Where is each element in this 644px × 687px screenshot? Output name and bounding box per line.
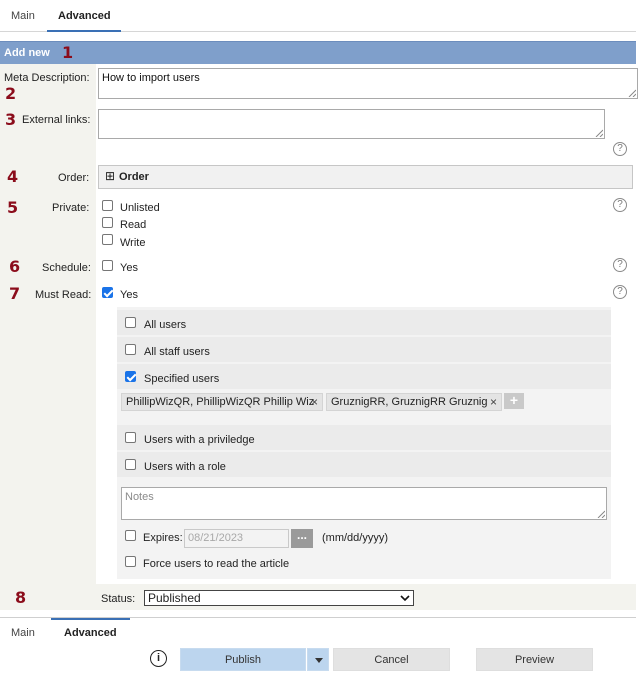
marker-3: 3 [5, 110, 17, 129]
external-links-label: External links: [22, 114, 91, 126]
resize-grip-icon[interactable] [628, 89, 636, 97]
user-chip-label: GruznigRR, GruznigRR Gruznig [331, 396, 488, 408]
all-staff-users-checkbox[interactable] [125, 344, 136, 355]
option-row [117, 310, 611, 335]
specified-users-label: Specified users [144, 373, 220, 385]
meta-description-label: Meta Description: [4, 72, 90, 84]
tab-main-bottom[interactable]: Main [11, 627, 35, 639]
help-icon[interactable]: ? [613, 142, 627, 156]
all-staff-users-label: All staff users [144, 346, 210, 358]
cancel-button[interactable]: Cancel [333, 648, 450, 671]
section-header: Add new [0, 41, 636, 64]
marker-1: 1 [62, 43, 74, 62]
label-column [0, 64, 96, 584]
expires-date-value: 08/21/2023 [188, 532, 244, 544]
active-tab-indicator [47, 30, 121, 32]
marker-5: 5 [7, 198, 19, 217]
chevron-down-icon [400, 595, 410, 602]
publish-button[interactable]: Publish [180, 648, 306, 671]
order-label: Order: [58, 172, 90, 184]
section-title: Add new [4, 47, 50, 59]
must-read-label: Must Read: [35, 289, 92, 301]
order-section-toggle[interactable]: ⊞ Order [98, 165, 633, 189]
private-read-checkbox[interactable] [102, 217, 113, 228]
users-with-role-label: Users with a role [144, 461, 226, 473]
marker-7: 7 [9, 284, 21, 303]
expires-date-input[interactable]: 08/21/2023 [184, 529, 289, 548]
add-user-button[interactable]: + [504, 393, 524, 409]
marker-8: 8 [15, 588, 27, 607]
expires-checkbox[interactable] [125, 530, 136, 541]
all-users-label: All users [144, 319, 187, 331]
private-read-label: Read [120, 219, 147, 231]
marker-6: 6 [9, 257, 21, 276]
schedule-label: Schedule: [42, 262, 91, 274]
private-unlisted-label: Unlisted [120, 202, 160, 214]
private-label: Private: [52, 202, 90, 214]
resize-grip-icon[interactable] [597, 510, 605, 518]
user-chip: GruznigRR, GruznigRR Gruznig × [326, 393, 502, 411]
user-chip: PhillipWizQR, PhillipWizQR Phillip Wiz × [121, 393, 323, 411]
caret-down-icon [315, 658, 323, 663]
users-with-role-checkbox[interactable] [125, 459, 136, 470]
user-chip-label: PhillipWizQR, PhillipWizQR Phillip Wiz [126, 396, 315, 408]
users-with-privilege-checkbox[interactable] [125, 432, 136, 443]
publish-options-dropdown[interactable] [307, 648, 329, 671]
info-icon[interactable]: i [150, 650, 167, 667]
schedule-checkbox[interactable] [102, 260, 113, 271]
notes-placeholder: Notes [125, 491, 154, 503]
external-links-input[interactable] [98, 109, 605, 139]
all-users-checkbox[interactable] [125, 317, 136, 328]
must-read-checkbox[interactable] [102, 287, 113, 298]
top-tab-bar: Main Advanced [0, 0, 636, 32]
help-icon[interactable]: ? [613, 198, 627, 212]
meta-description-input[interactable]: How to import users [98, 68, 638, 99]
meta-description-value: How to import users [102, 72, 200, 84]
private-unlisted-checkbox[interactable] [102, 200, 113, 211]
force-read-checkbox[interactable] [125, 556, 136, 567]
status-label: Status: [101, 593, 136, 605]
help-icon[interactable]: ? [613, 285, 627, 299]
marker-2: 2 [5, 84, 17, 103]
private-write-checkbox[interactable] [102, 234, 113, 245]
status-selected-value: Published [148, 591, 201, 605]
users-with-privilege-label: Users with a priviledge [144, 434, 255, 446]
remove-chip-icon[interactable]: × [490, 395, 497, 409]
tab-advanced-bottom[interactable]: Advanced [64, 627, 117, 639]
force-read-label: Force users to read the article [143, 558, 290, 570]
active-tab-indicator [51, 618, 130, 620]
date-format-hint: (mm/dd/yyyy) [322, 532, 388, 544]
must-read-yes-label: Yes [120, 289, 138, 301]
notes-input[interactable]: Notes [121, 487, 607, 520]
status-select[interactable]: Published [144, 590, 414, 606]
tab-main[interactable]: Main [11, 10, 35, 22]
marker-4: 4 [7, 167, 19, 186]
expand-plus-icon: ⊞ [105, 169, 116, 183]
specified-users-checkbox[interactable] [125, 371, 136, 382]
remove-chip-icon[interactable]: × [311, 395, 318, 409]
tab-advanced[interactable]: Advanced [58, 10, 111, 22]
private-write-label: Write [120, 237, 146, 249]
schedule-yes-label: Yes [120, 262, 138, 274]
date-picker-button[interactable]: ... [291, 529, 313, 548]
resize-grip-icon[interactable] [595, 129, 603, 137]
preview-button[interactable]: Preview [476, 648, 593, 671]
help-icon[interactable]: ? [613, 258, 627, 272]
expires-label: Expires: [143, 532, 183, 544]
order-section-title: Order [119, 171, 149, 183]
